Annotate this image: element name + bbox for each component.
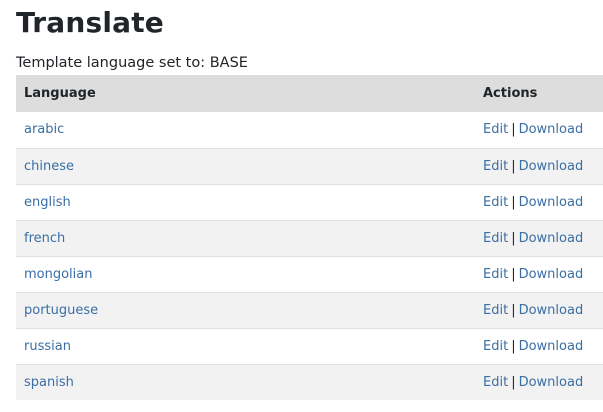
language-link[interactable]: arabic <box>24 122 64 137</box>
action-separator: | <box>511 194 516 210</box>
language-link[interactable]: mongolian <box>24 267 93 282</box>
table-row: chinese Edit | Download <box>16 148 603 184</box>
language-link[interactable]: russian <box>24 339 71 354</box>
languages-table: Language Actions arabic Edit | Download ch… <box>16 75 603 400</box>
actions-cell: Edit | Download <box>475 256 603 292</box>
column-header-actions: Actions <box>483 86 538 101</box>
download-link[interactable]: Download <box>519 303 584 318</box>
action-separator: | <box>511 230 516 246</box>
actions-cell: Edit | Download <box>475 148 603 184</box>
language-link[interactable]: chinese <box>24 159 74 174</box>
download-link[interactable]: Download <box>519 231 584 246</box>
table-row: portuguese Edit | Download <box>16 292 603 328</box>
table-row: spanish Edit | Download <box>16 364 603 400</box>
download-link[interactable]: Download <box>519 122 584 137</box>
language-cell: english <box>16 184 475 220</box>
edit-link[interactable]: Edit <box>483 122 508 137</box>
action-separator: | <box>511 374 516 390</box>
edit-link[interactable]: Edit <box>483 303 508 318</box>
edit-link[interactable]: Edit <box>483 339 508 354</box>
table-header: Language Actions <box>16 75 603 112</box>
actions-cell: Edit | Download <box>475 292 603 328</box>
edit-link[interactable]: Edit <box>483 375 508 390</box>
actions-cell: Edit | Download <box>475 220 603 256</box>
download-link[interactable]: Download <box>519 195 584 210</box>
download-link[interactable]: Download <box>519 267 584 282</box>
edit-link[interactable]: Edit <box>483 267 508 282</box>
language-link[interactable]: spanish <box>24 375 74 390</box>
edit-link[interactable]: Edit <box>483 195 508 210</box>
action-separator: | <box>511 158 516 174</box>
language-cell: arabic <box>16 112 475 148</box>
language-cell: spanish <box>16 364 475 400</box>
download-link[interactable]: Download <box>519 375 584 390</box>
language-cell: mongolian <box>16 256 475 292</box>
language-link[interactable]: english <box>24 195 71 210</box>
action-separator: | <box>511 338 516 354</box>
table-row: arabic Edit | Download <box>16 112 603 148</box>
actions-cell: Edit | Download <box>475 112 603 148</box>
actions-cell: Edit | Download <box>475 184 603 220</box>
table-header-row: Language Actions <box>16 75 603 112</box>
page-title: Translate <box>16 6 164 39</box>
language-link[interactable]: portuguese <box>24 303 98 318</box>
table-body: arabic Edit | Download chinese Edit | Downlo… <box>16 112 603 400</box>
actions-cell: Edit | Download <box>475 328 603 364</box>
edit-link[interactable]: Edit <box>483 231 508 246</box>
language-cell: russian <box>16 328 475 364</box>
language-cell: chinese <box>16 148 475 184</box>
page-container: Translate Template language set to: BASE… <box>16 0 603 400</box>
table-row: french Edit | Download <box>16 220 603 256</box>
language-cell: portuguese <box>16 292 475 328</box>
column-header-language: Language <box>24 86 96 101</box>
table-row: mongolian Edit | Download <box>16 256 603 292</box>
actions-cell: Edit | Download <box>475 364 603 400</box>
template-language-label: Template language set to: BASE <box>16 55 248 71</box>
download-link[interactable]: Download <box>519 159 584 174</box>
edit-link[interactable]: Edit <box>483 159 508 174</box>
language-link[interactable]: french <box>24 231 65 246</box>
download-link[interactable]: Download <box>519 339 584 354</box>
action-separator: | <box>511 122 516 138</box>
action-separator: | <box>511 302 516 318</box>
action-separator: | <box>511 266 516 282</box>
table-row: russian Edit | Download <box>16 328 603 364</box>
table-row: english Edit | Download <box>16 184 603 220</box>
language-cell: french <box>16 220 475 256</box>
